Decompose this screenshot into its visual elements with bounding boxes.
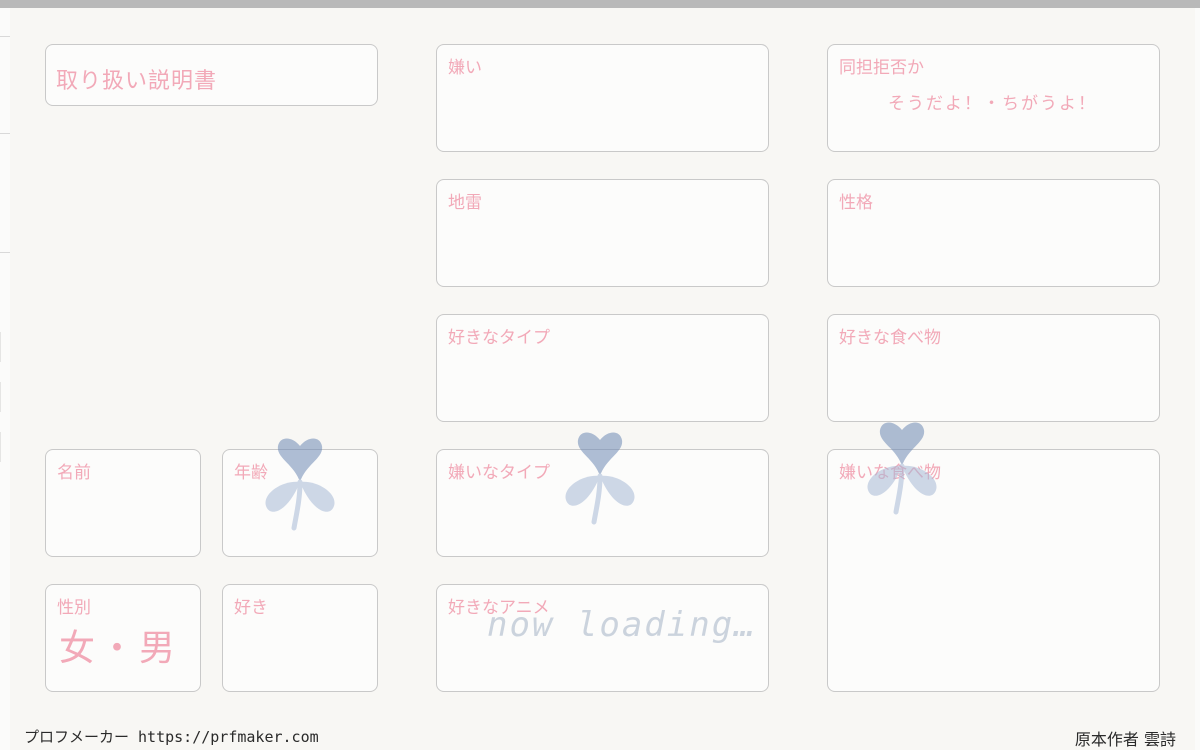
footer-credit-link[interactable]: プロフメーカー https://prfmaker.com xyxy=(24,726,319,747)
loading-indicator: now loading… xyxy=(487,605,757,645)
clover-icon xyxy=(565,432,635,525)
clover-icon xyxy=(867,422,937,515)
background-text-fragment: | xyxy=(0,428,4,463)
background-divider xyxy=(0,133,10,134)
background-text-fragment: | xyxy=(0,328,4,363)
likes-field[interactable]: 好き xyxy=(222,584,378,692)
same-oshi-refusal-options[interactable]: そうだよ！・ちがうよ！ xyxy=(888,89,1097,114)
favorite-food-field[interactable]: 好きな食べ物 xyxy=(827,314,1160,422)
landmine-label: 地雷 xyxy=(448,193,482,213)
same-oshi-refusal-label: 同担拒否か xyxy=(839,58,924,78)
title-label: 取り扱い説明書 xyxy=(56,69,218,94)
clover-icon xyxy=(265,438,335,531)
favorite-food-label: 好きな食べ物 xyxy=(839,328,941,348)
personality-label: 性格 xyxy=(839,193,873,213)
background-divider xyxy=(0,36,10,37)
profile-card: 取り扱い説明書 嫌い 地雷 好きなタイプ 嫌いなタイプ 好きなアニメ 同担拒否か… xyxy=(10,8,1195,750)
background-divider xyxy=(0,252,10,253)
background-text-fragment: | xyxy=(0,378,4,413)
title-box[interactable]: 取り扱い説明書 xyxy=(45,44,378,106)
same-oshi-refusal-field[interactable]: 同担拒否か そうだよ！・ちがうよ！ xyxy=(827,44,1160,152)
top-bar xyxy=(0,0,1200,8)
gender-field[interactable]: 性別 女・男 xyxy=(45,584,201,692)
favorite-type-label: 好きなタイプ xyxy=(448,328,550,348)
personality-field[interactable]: 性格 xyxy=(827,179,1160,287)
footer-original-author: 原本作者 雲詩 xyxy=(1074,730,1176,749)
landmine-field[interactable]: 地雷 xyxy=(436,179,769,287)
favorite-type-field[interactable]: 好きなタイプ xyxy=(436,314,769,422)
likes-label: 好き xyxy=(234,598,268,618)
disliked-type-label: 嫌いなタイプ xyxy=(448,463,550,483)
dislikes-field[interactable]: 嫌い xyxy=(436,44,769,152)
name-label: 名前 xyxy=(57,463,91,483)
gender-options[interactable]: 女・男 xyxy=(59,619,179,671)
name-field[interactable]: 名前 xyxy=(45,449,201,557)
dislikes-label: 嫌い xyxy=(448,58,482,78)
gender-label: 性別 xyxy=(57,598,91,618)
